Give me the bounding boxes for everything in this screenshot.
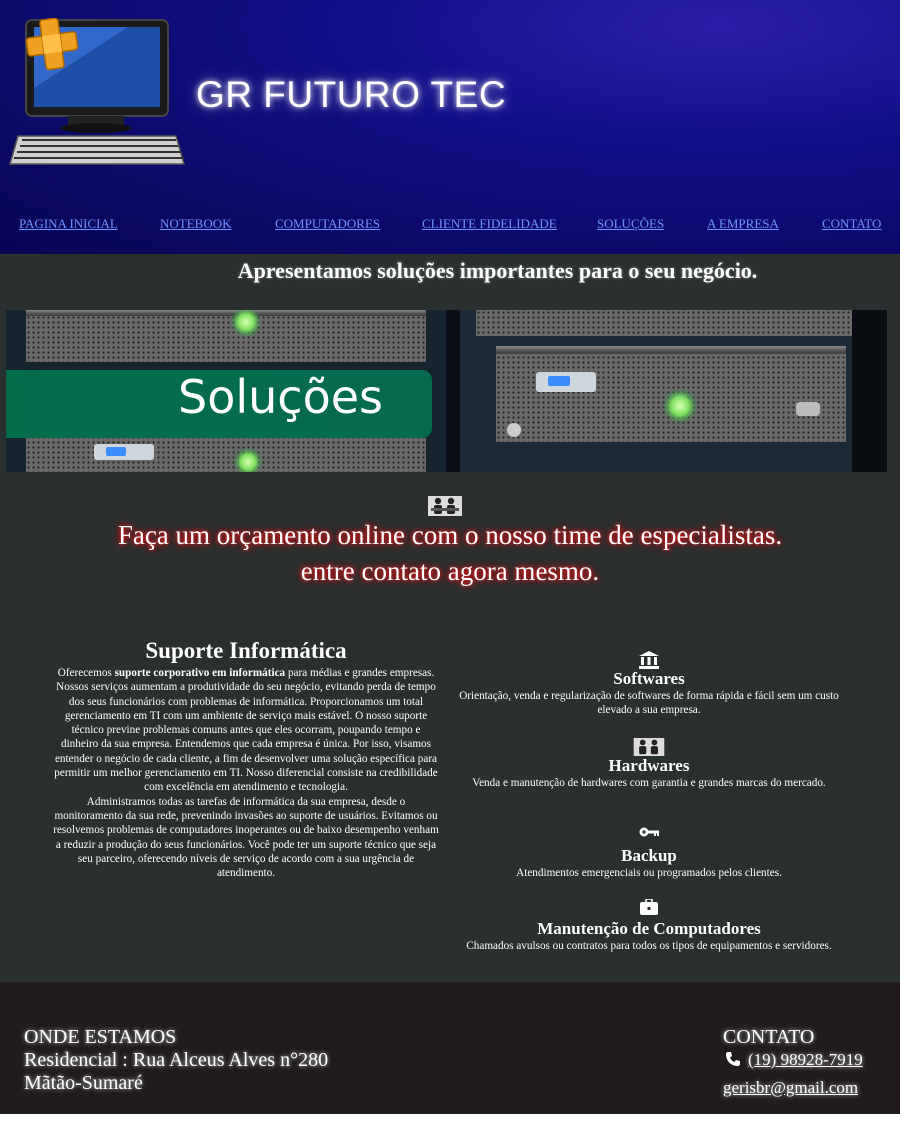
nav-link-computadores[interactable]: COMPUTADORES bbox=[275, 216, 380, 232]
service-title: Backup bbox=[621, 846, 677, 865]
address-line-2: Mãtão-Sumaré bbox=[24, 1072, 143, 1094]
location-block: ONDE ESTAMOS Residencial : Rua Alceus Al… bbox=[24, 1026, 328, 1095]
main-nav: PAGINA INICIAL NOTEBOOK COMPUTADORES CLI… bbox=[0, 216, 900, 236]
team-icon bbox=[428, 496, 462, 516]
support-text: Oferecemos bbox=[57, 667, 115, 679]
service-softwares: Softwares Orientação, venda e regulariza… bbox=[458, 651, 840, 718]
tagline: Apresentamos soluções importantes para o… bbox=[237, 258, 758, 283]
nav-link-cliente-fidelidade[interactable]: CLIENTE FIDELIDADE bbox=[422, 216, 557, 232]
solutions-banner: Soluções bbox=[6, 310, 887, 472]
nav-link-pagina-inicial[interactable]: PAGINA INICIAL bbox=[19, 216, 118, 232]
service-text: Venda e manutenção de hardwares com gara… bbox=[472, 777, 826, 789]
address-line-1: Residencial : Rua Alceus Alves n°280 bbox=[24, 1049, 329, 1071]
support-description: Oferecemos suporte corporativo em inform… bbox=[52, 666, 440, 880]
team-icon bbox=[633, 738, 665, 756]
service-manutencao: Manutenção de Computadores Chamados avul… bbox=[458, 899, 840, 953]
contact-title: CONTATO bbox=[723, 1026, 815, 1048]
key-icon bbox=[639, 827, 659, 837]
service-title: Softwares bbox=[613, 669, 685, 688]
service-backup: Backup Atendimentos emergenciais ou prog… bbox=[458, 826, 840, 880]
quote-headline: Faça um orçamento online com o nosso tim… bbox=[117, 520, 783, 550]
nav-link-solucoes[interactable]: SOLUÇÕES bbox=[597, 216, 664, 232]
email-link[interactable]: gerisbr@gmail.com bbox=[723, 1078, 858, 1098]
quote-subline: entre contato agora mesmo. bbox=[300, 556, 600, 586]
nav-link-a-empresa[interactable]: A EMPRESA bbox=[707, 216, 779, 232]
support-text: para médias e grandes empresas. Nossos s… bbox=[54, 667, 438, 794]
computer-logo-icon[interactable] bbox=[8, 18, 188, 168]
support-title: Suporte Informática bbox=[145, 638, 347, 663]
service-text: Orientação, venda e regularização de sof… bbox=[459, 690, 839, 717]
bank-icon bbox=[639, 651, 659, 669]
nav-link-notebook[interactable]: NOTEBOOK bbox=[160, 216, 232, 232]
briefcase-icon bbox=[640, 899, 658, 915]
nav-link-contato[interactable]: CONTATO bbox=[822, 216, 881, 232]
service-text: Chamados avulsos ou contratos para todos… bbox=[466, 940, 832, 952]
service-hardwares: Hardwares Venda e manutenção de hardware… bbox=[458, 738, 840, 790]
banner-title: Soluções bbox=[178, 370, 383, 424]
phone-icon bbox=[726, 1052, 740, 1066]
service-text: Atendimentos emergenciais ou programados… bbox=[516, 867, 782, 879]
support-highlight: suporte corporativo em informática bbox=[114, 667, 286, 679]
phone-link[interactable]: (19) 98928-7919 bbox=[748, 1050, 863, 1070]
support-text-2: Administramos todas as tarefas de inform… bbox=[53, 795, 439, 880]
location-title: ONDE ESTAMOS bbox=[24, 1026, 177, 1048]
service-title: Manutenção de Computadores bbox=[537, 919, 761, 938]
brand-title: GR FUTURO TEC bbox=[196, 74, 507, 115]
service-title: Hardwares bbox=[608, 756, 690, 775]
contact-block: CONTATO (19) 98928-7919 gerisbr@gmail.co… bbox=[723, 1026, 863, 1097]
